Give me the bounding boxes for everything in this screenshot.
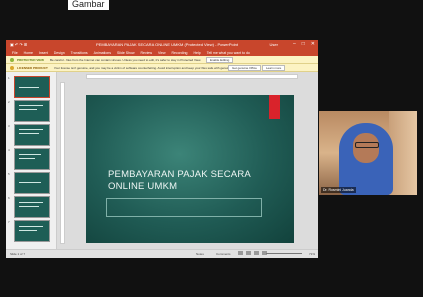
slide-accent-bar (269, 95, 280, 119)
view-buttons (238, 251, 267, 255)
zoom-level[interactable]: 71% (309, 252, 315, 256)
thumb-number: 7 (8, 220, 10, 224)
background-curtain (389, 111, 417, 195)
thumb-number: 3 (8, 124, 10, 128)
enable-editing-button[interactable]: Enable Editing (206, 57, 234, 63)
slide-thumbnail[interactable] (14, 76, 50, 98)
warning-icon (10, 65, 14, 70)
participant-face (353, 133, 379, 163)
thumb-number: 1 (8, 76, 10, 80)
slide-thumbnail-pane: 1 2 3 4 5 6 7 (6, 72, 57, 250)
slide-thumbnail[interactable] (14, 172, 50, 194)
thumb-number: 4 (8, 148, 10, 152)
participant-name: Dr. Rosmini Juanda (321, 187, 356, 193)
vertical-ruler (60, 82, 65, 244)
tab-design[interactable]: Design (54, 51, 65, 55)
participant-video[interactable]: Dr. Rosmini Juanda (319, 111, 417, 195)
tab-file[interactable]: File (12, 51, 18, 55)
learn-more-button[interactable]: Learn more (262, 65, 286, 71)
comments-button[interactable]: Comments (216, 252, 231, 256)
image-caption: Gambar (68, 0, 109, 10)
horizontal-ruler (86, 74, 298, 79)
slide-counter: Slide 1 of 7 (10, 252, 26, 256)
zoom-slider[interactable] (266, 253, 302, 254)
slide-title[interactable]: PEMBAYARAN PAJAK SECARA ONLINE UMKM (108, 169, 278, 193)
close-button[interactable]: ✕ (311, 41, 315, 47)
tab-view[interactable]: View (158, 51, 166, 55)
slide-thumbnail[interactable] (14, 196, 50, 218)
license-warning-bar: LICENSED PRODUCT Your license isn't genu… (6, 64, 318, 72)
title-bar: ▣ ↶ ↷ ⊞ PEMBAYARAN PAJAK SECARA ONLINE U… (6, 40, 318, 49)
tab-transitions[interactable]: Transitions (71, 51, 88, 55)
tab-review[interactable]: Review (141, 51, 152, 55)
status-bar: Slide 1 of 7 Notes Comments 71% (6, 249, 318, 258)
protected-view-bar: PROTECTED VIEW Be careful - files from t… (6, 56, 318, 64)
tab-home[interactable]: Home (24, 51, 33, 55)
slide-thumbnail[interactable] (14, 100, 50, 122)
tab-recording[interactable]: Recording (172, 51, 188, 55)
reading-view-icon[interactable] (254, 251, 259, 255)
warning-message: Be careful - files from the Internet can… (50, 57, 202, 62)
zoom-screen-share: Gambar ▣ ↶ ↷ ⊞ PEMBAYARAN PAJAK SECARA O… (0, 0, 423, 297)
quick-access-toolbar[interactable]: ▣ ↶ ↷ ⊞ (10, 42, 27, 47)
warning-label: LICENSED PRODUCT (17, 65, 48, 70)
powerpoint-window: ▣ ↶ ↷ ⊞ PEMBAYARAN PAJAK SECARA ONLINE U… (6, 40, 318, 258)
notes-button[interactable]: Notes (196, 252, 204, 256)
subtitle-placeholder[interactable] (106, 198, 262, 217)
slide-canvas[interactable]: PEMBAYARAN PAJAK SECARA ONLINE UMKM (86, 95, 294, 243)
slide-thumbnail[interactable] (14, 148, 50, 170)
get-genuine-office-button[interactable]: Get genuine Office (228, 65, 261, 71)
window-controls: – □ ✕ (293, 41, 315, 47)
minimize-button[interactable]: – (293, 41, 296, 47)
tab-animations[interactable]: Animations (94, 51, 111, 55)
tab-insert[interactable]: Insert (39, 51, 48, 55)
warning-label: PROTECTED VIEW (17, 57, 45, 62)
thumb-number: 6 (8, 196, 10, 200)
slide-sorter-icon[interactable] (246, 251, 251, 255)
slide-thumbnail[interactable] (14, 220, 50, 242)
thumb-number: 2 (8, 100, 10, 104)
thumb-number: 5 (8, 172, 10, 176)
warning-message: Your license isn't genuine, and you may … (53, 65, 249, 70)
shield-icon (10, 57, 14, 62)
ribbon-tabs: File Home Insert Design Transitions Anim… (6, 49, 318, 56)
maximize-button[interactable]: □ (302, 41, 305, 47)
normal-view-icon[interactable] (238, 251, 243, 255)
tab-help[interactable]: Help (193, 51, 200, 55)
tab-slide-show[interactable]: Slide Show (117, 51, 135, 55)
slide-thumbnail[interactable] (14, 124, 50, 146)
tell-me-search[interactable]: Tell me what you want to do (207, 51, 250, 55)
document-title: PEMBAYARAN PAJAK SECARA ONLINE UMKM (Pro… (96, 42, 238, 47)
glasses (355, 142, 379, 148)
user-name[interactable]: User (270, 42, 278, 47)
